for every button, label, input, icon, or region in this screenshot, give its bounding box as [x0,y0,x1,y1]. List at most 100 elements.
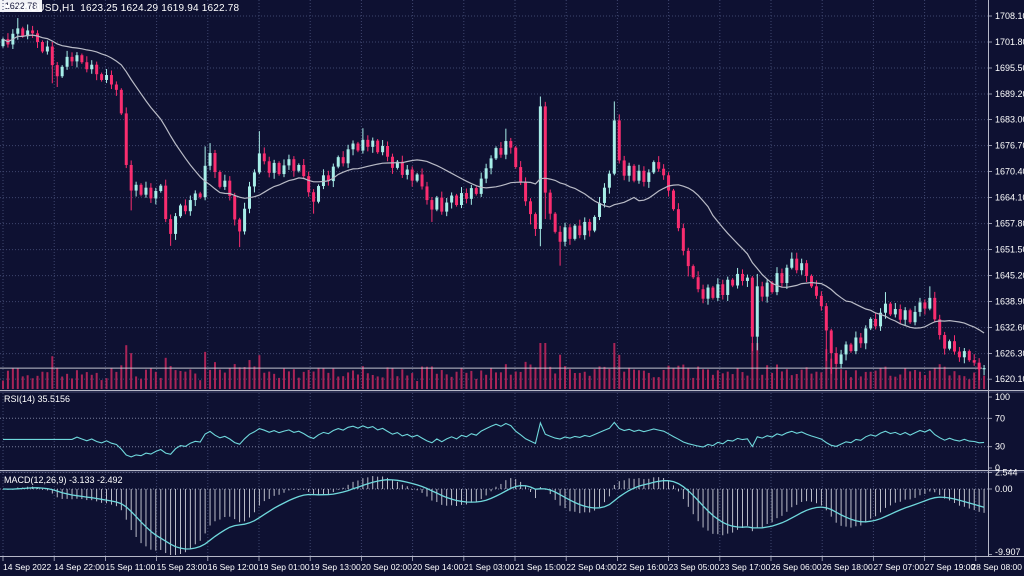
time-axis[interactable]: 14 Sep 202214 Sep 22:0015 Sep 11:0015 Se… [3,557,1022,572]
candle[interactable] [243,209,246,232]
candle[interactable] [790,259,793,268]
candle[interactable] [71,57,74,62]
candle[interactable] [894,309,897,314]
candle[interactable] [278,163,281,174]
candle[interactable] [800,263,803,270]
candle[interactable] [716,284,719,298]
candle[interactable] [470,188,473,199]
candle[interactable] [223,181,226,187]
candle[interactable] [568,227,571,239]
candle[interactable] [283,165,286,174]
candle[interactable] [66,57,69,67]
candle[interactable] [554,214,557,232]
candle[interactable] [958,352,961,358]
candle[interactable] [613,120,616,173]
candle[interactable] [381,146,384,152]
candle[interactable] [125,113,128,165]
candle[interactable] [495,148,498,158]
candle[interactable] [677,209,680,228]
candle[interactable] [297,165,300,171]
candle[interactable] [549,193,552,214]
candle[interactable] [539,106,542,229]
candle[interactable] [100,74,103,80]
candle[interactable] [652,162,655,172]
candle[interactable] [623,160,626,175]
candle[interactable] [499,148,502,155]
candle[interactable] [233,196,236,220]
candle[interactable] [830,330,833,353]
candle[interactable] [603,188,606,203]
candle[interactable] [218,172,221,187]
candle[interactable] [90,65,93,70]
candle[interactable] [347,149,350,163]
candle[interactable] [741,274,744,281]
candle[interactable] [406,170,409,175]
candle[interactable] [869,319,872,328]
candle[interactable] [692,266,695,277]
candle[interactable] [416,174,419,180]
candle[interactable] [149,188,152,199]
candle[interactable] [238,219,241,231]
candle[interactable] [721,284,724,295]
candle[interactable] [455,196,458,205]
candle[interactable] [287,159,290,165]
candle[interactable] [292,159,295,171]
candle[interactable] [859,337,862,343]
candle[interactable] [85,62,88,69]
candle[interactable] [36,33,39,42]
candle[interactable] [845,345,848,355]
candle[interactable] [445,203,448,212]
candle[interactable] [258,153,261,172]
candle[interactable] [909,310,912,322]
candle[interactable] [702,289,705,298]
candle[interactable] [657,162,660,169]
candle[interactable] [766,283,769,297]
candle[interactable] [140,185,143,195]
candle[interactable] [544,106,547,192]
candle[interactable] [120,90,123,114]
candle[interactable] [761,286,764,296]
candle[interactable] [933,298,936,319]
candle[interactable] [731,280,734,286]
candle[interactable] [371,141,374,147]
candle[interactable] [268,161,271,173]
candle[interactable] [322,175,325,186]
candle[interactable] [978,363,981,370]
candle[interactable] [485,168,488,178]
candle[interactable] [189,200,192,211]
candle[interactable] [785,268,788,283]
candle[interactable] [356,144,359,151]
candle[interactable] [376,141,379,153]
candle[interactable] [253,172,256,186]
candle[interactable] [795,259,798,271]
candle[interactable] [642,171,645,182]
candle[interactable] [825,306,828,330]
candle[interactable] [914,312,917,322]
candle[interactable] [923,302,926,308]
candle[interactable] [61,67,64,76]
candle[interactable] [514,148,517,167]
candle[interactable] [105,75,108,80]
candle[interactable] [815,286,818,295]
candle[interactable] [465,193,468,199]
candle[interactable] [135,185,138,191]
candle[interactable] [776,273,779,292]
candle[interactable] [820,296,823,306]
candle[interactable] [460,193,463,205]
chart-canvas[interactable]: 1708.101701.801695.501689.201683.001676.… [0,0,1024,576]
candle[interactable] [697,277,700,289]
candle[interactable] [342,157,345,163]
candle[interactable] [534,214,537,229]
candle[interactable] [953,341,956,351]
candle[interactable] [840,354,843,363]
candle[interactable] [16,28,19,33]
candle[interactable] [608,174,611,188]
candle[interactable] [21,28,24,36]
candle[interactable] [194,193,197,200]
candle[interactable] [578,226,581,235]
candle[interactable] [662,169,665,176]
candle[interactable] [588,222,591,231]
candle[interactable] [564,227,567,241]
candle[interactable] [849,345,852,352]
candle[interactable] [805,263,808,276]
